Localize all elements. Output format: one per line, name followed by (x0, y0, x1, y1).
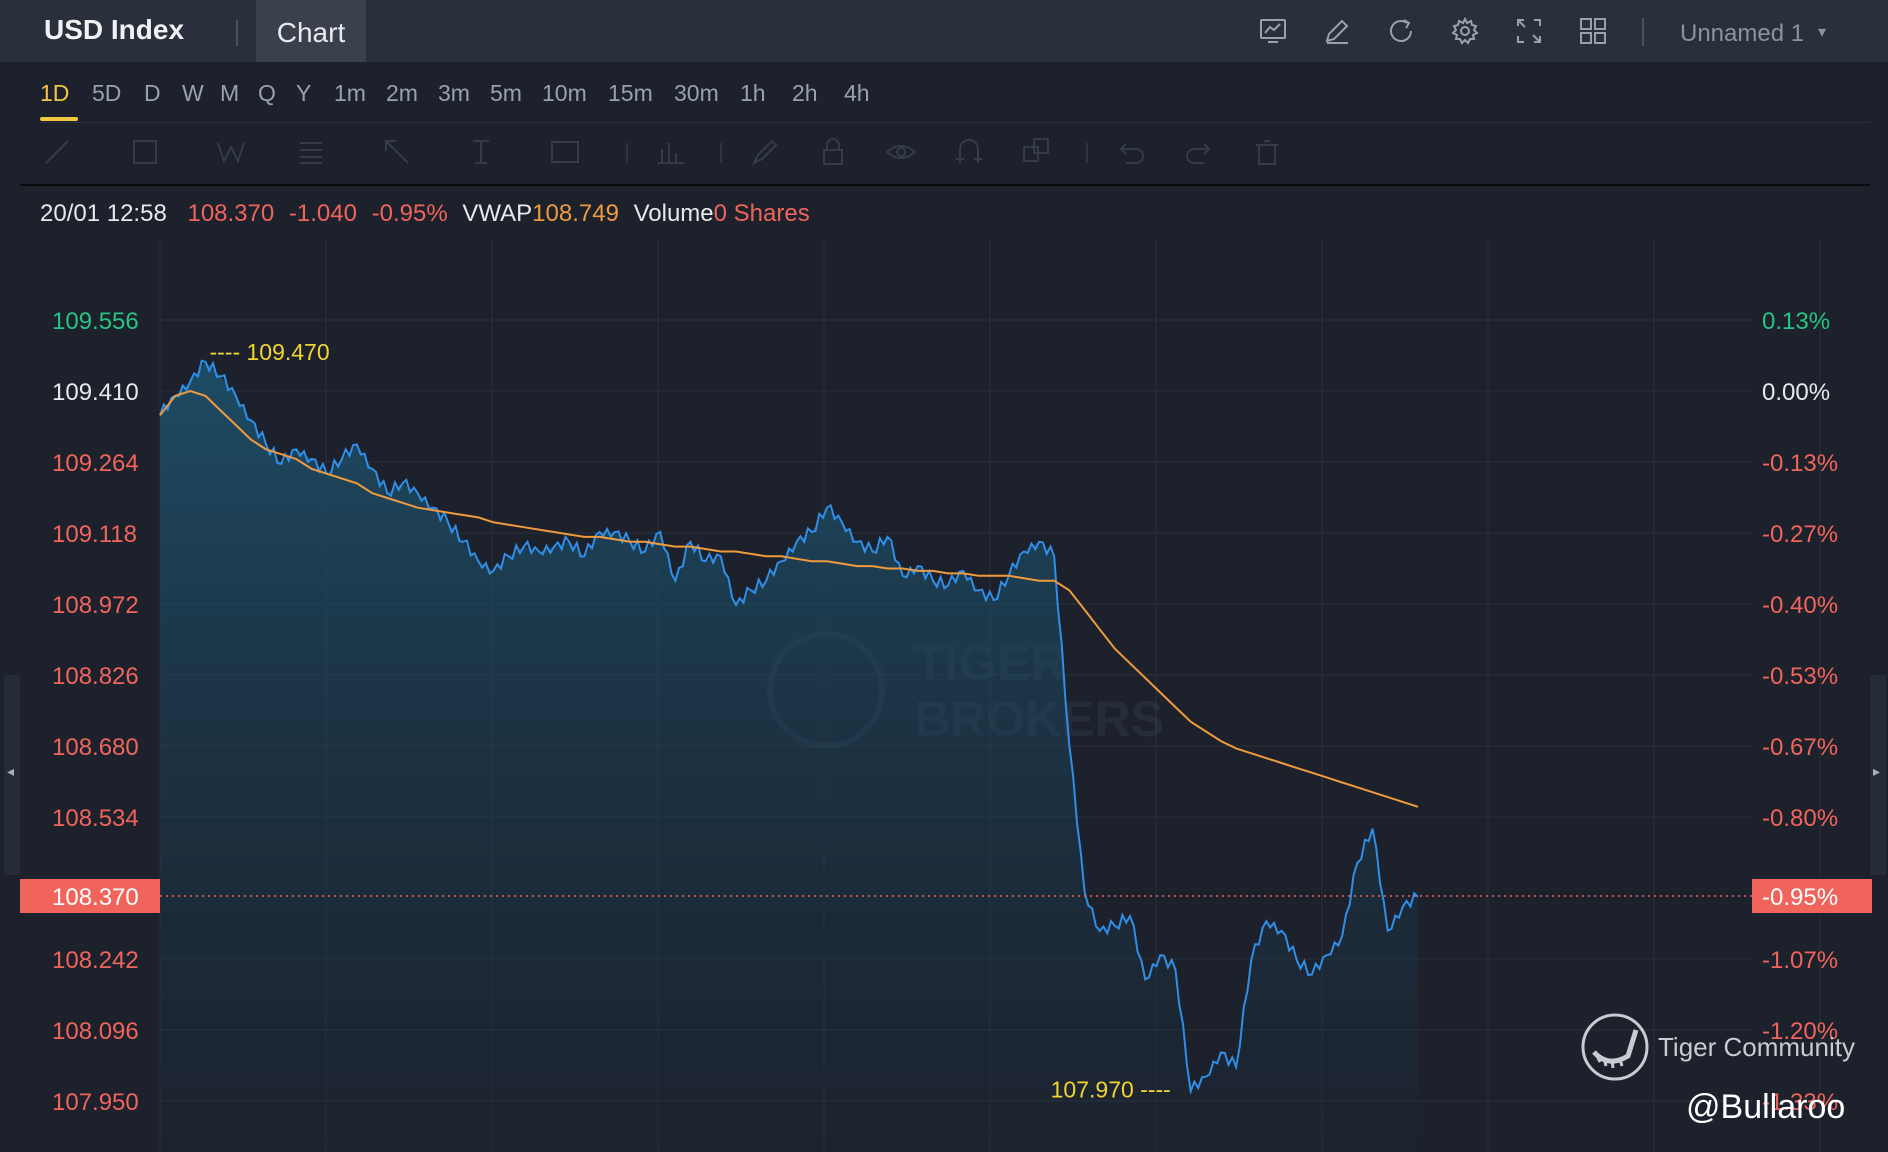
y-tick-label: 108.826 (52, 663, 139, 690)
y-tick-label: 108.242 (52, 947, 139, 974)
pct-tick-label: -0.67% (1762, 734, 1838, 761)
y-tick-label: 108.680 (52, 734, 139, 761)
y-tick-label: 109.556 (52, 308, 139, 335)
author-handle: @Bullaroo (1686, 1088, 1846, 1126)
pct-tick-label: -1.07% (1762, 947, 1838, 974)
y-tick-label: 108.972 (52, 592, 139, 619)
y-tick-label: 108.534 (52, 805, 139, 832)
pct-tick-label: -0.27% (1762, 521, 1838, 548)
y-tick-label: 108.096 (52, 1018, 139, 1045)
pct-tick-label: 0.00% (1762, 379, 1830, 406)
y-tick-label: 107.950 (52, 1089, 139, 1116)
community-label: Tiger Community (1658, 1032, 1855, 1062)
pct-tick-label: 0.13% (1762, 308, 1830, 335)
current-price-label: 108.370 (52, 884, 139, 911)
current-pct-label: -0.95% (1762, 884, 1838, 911)
pct-tick-label: -0.80% (1762, 805, 1838, 832)
price-chart[interactable]: 109.556 0.13% 109.410 0.00% 109.264 -0.13% 109… (0, 0, 1888, 1152)
high-marker-label: ---- 109.470 (209, 339, 329, 365)
pct-tick-label: -0.40% (1762, 592, 1838, 619)
low-marker-label: 107.970 ---- (1051, 1076, 1171, 1102)
y-tick-label: 109.264 (52, 450, 139, 477)
y-tick-label: 109.118 (52, 521, 137, 548)
y-tick-label: 109.410 (52, 379, 139, 406)
pct-tick-label: -0.53% (1762, 663, 1838, 690)
pct-tick-label: -0.13% (1762, 450, 1838, 477)
tiger-community-logo (1580, 1012, 1650, 1087)
